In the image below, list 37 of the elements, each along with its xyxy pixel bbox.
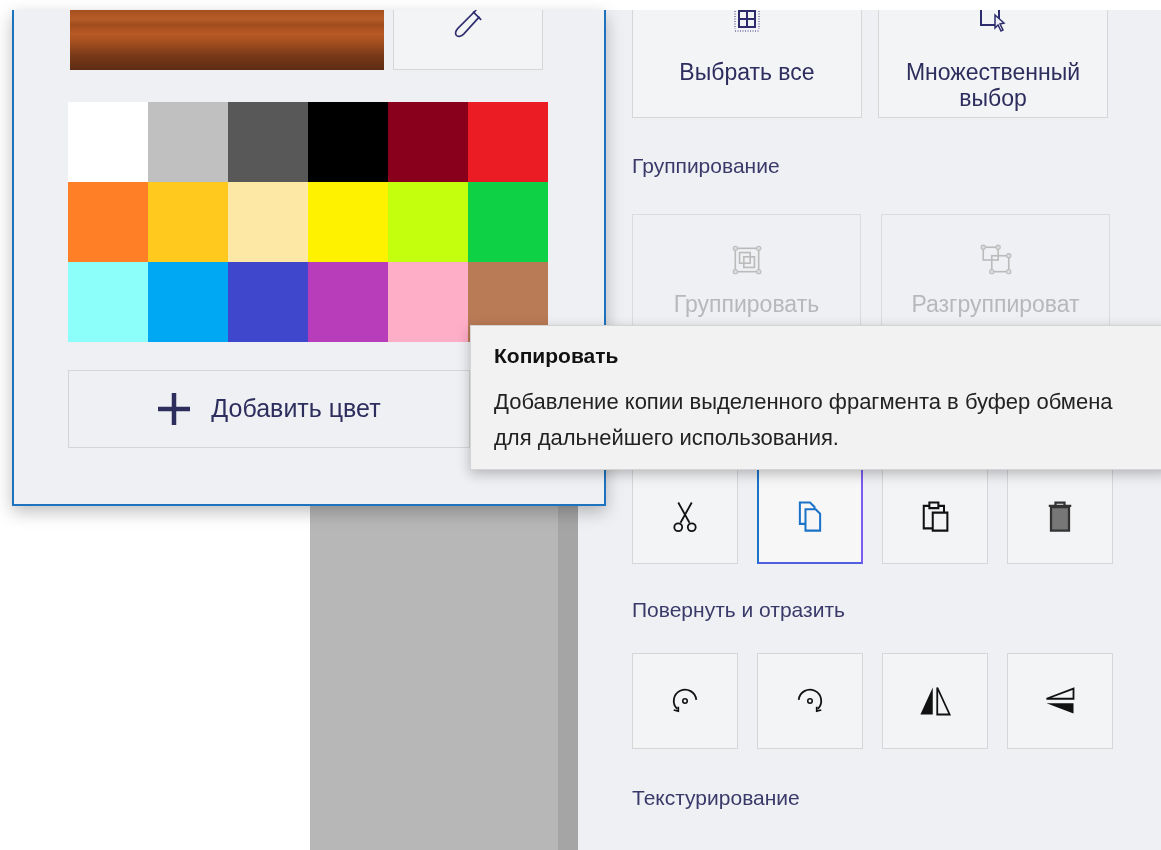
section-header: Группирование [632, 153, 781, 179]
delete-button[interactable] [1007, 468, 1113, 564]
color-swatch[interactable] [148, 182, 228, 262]
add-color-button[interactable]: Добавить цвет [68, 370, 470, 448]
plus-icon [157, 392, 192, 426]
color-swatch[interactable] [68, 182, 148, 262]
section-header: Повернуть и отразить [632, 597, 846, 623]
color-swatch[interactable] [308, 182, 388, 262]
color-swatch[interactable] [388, 102, 468, 182]
select-all-button[interactable]: Выбрать все [632, 10, 862, 118]
rotate-right-button[interactable] [757, 653, 863, 749]
color-swatch[interactable] [468, 182, 548, 262]
color-swatch[interactable] [468, 102, 548, 182]
tooltip-text: Добавление копии выделенного фрагмента в буфер обмена для дальнейшего использования. [494, 388, 1114, 452]
color-swatch[interactable] [388, 182, 468, 262]
color-swatch[interactable] [388, 262, 468, 342]
color-swatch[interactable] [308, 262, 388, 342]
rotate-left-button[interactable] [632, 653, 738, 749]
color-swatch[interactable] [148, 102, 228, 182]
color-swatch[interactable] [228, 182, 308, 262]
color-swatch[interactable] [228, 102, 308, 182]
wood-texture-swatch[interactable] [70, 10, 384, 70]
cut-button[interactable] [632, 468, 738, 564]
paste-button[interactable] [882, 468, 988, 564]
color-swatch[interactable] [68, 102, 148, 182]
tooltip-title: Копировать [494, 343, 620, 369]
color-swatch[interactable] [228, 262, 308, 342]
color-swatch[interactable] [308, 102, 388, 182]
multi-select-button[interactable]: Множественный выбор [878, 10, 1108, 118]
section-header: Текстурирование [632, 785, 801, 811]
color-swatch[interactable] [148, 262, 228, 342]
flip-horizontal-button[interactable] [882, 653, 988, 749]
flip-vertical-button[interactable] [1007, 653, 1113, 749]
eyedropper-button[interactable] [393, 10, 543, 70]
copy-button[interactable] [757, 468, 863, 564]
ungroup-icon [978, 243, 1013, 277]
color-swatch[interactable] [68, 262, 148, 342]
